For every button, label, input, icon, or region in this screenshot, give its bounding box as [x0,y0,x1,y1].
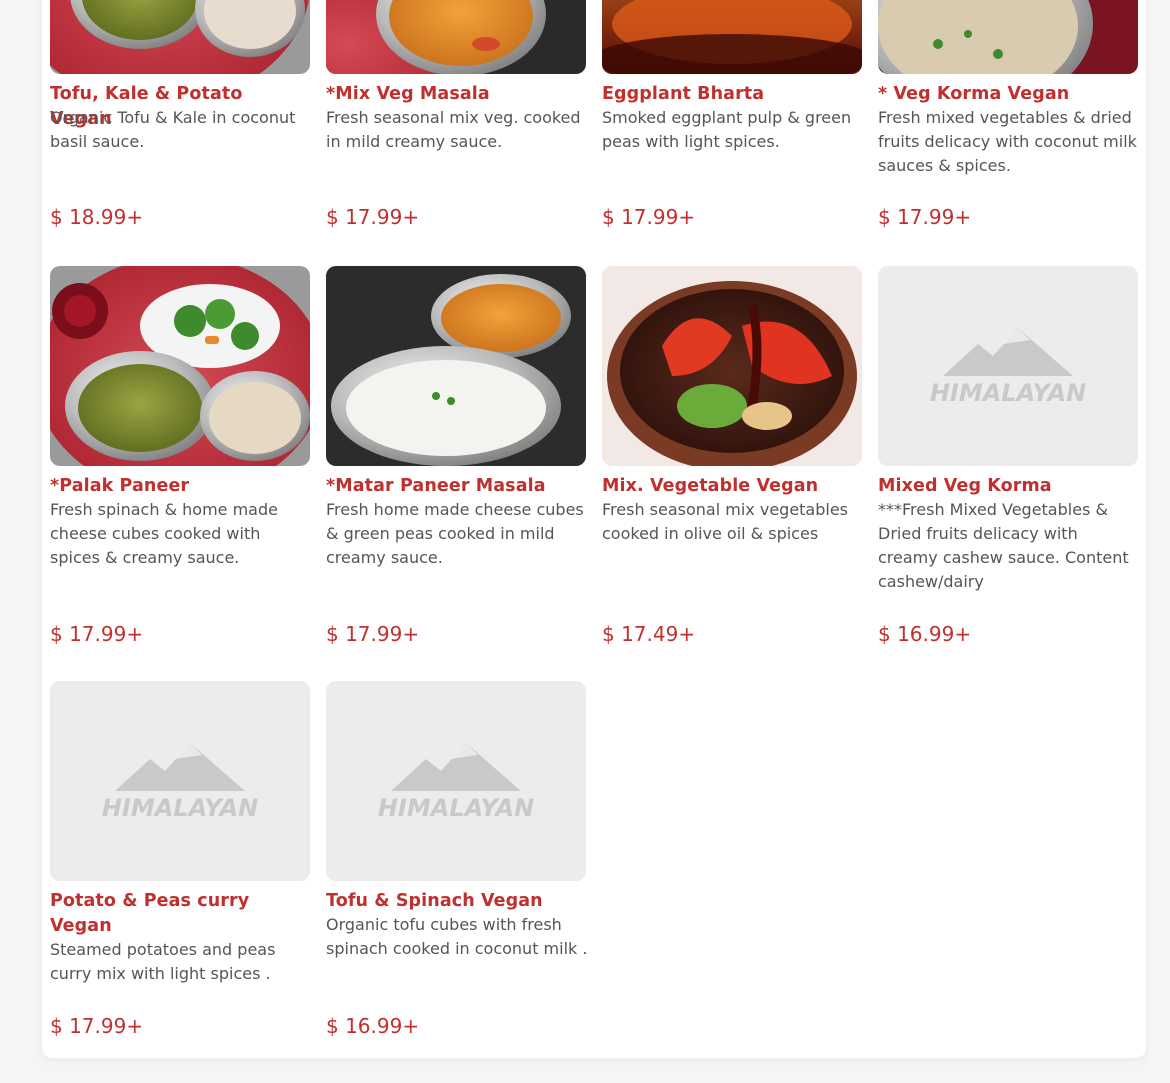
item-description: Steamed potatoes and peas curry mix with… [50,940,276,983]
item-description: Fresh seasonal mix vegetables cooked in … [602,500,849,543]
food-photo[interactable] [602,266,862,466]
item-title[interactable]: Tofu & Spinach Vegan [326,889,586,914]
placeholder-image[interactable]: HIMALAYAN [326,681,586,881]
item-description: Fresh seasonal mix veg. cooked in mild c… [326,108,581,151]
food-photo[interactable] [326,0,586,74]
item-description: Organic Tofu & Kale in coconut basil sau… [50,108,296,151]
food-photo[interactable] [602,0,862,74]
item-title[interactable]: *Mix Veg Masala [326,82,586,107]
logo-text: HIMALAYAN [102,794,258,822]
item-price: $ 17.99+ [50,622,144,646]
item-price: $ 17.99+ [878,205,972,229]
item-title[interactable]: Potato & Peas curry Vegan [50,889,310,939]
item-description: Fresh spinach & home made cheese cubes c… [50,500,278,567]
food-photo[interactable] [50,0,310,74]
item-title[interactable]: Mixed Veg Korma [878,474,1138,499]
placeholder-image[interactable]: HIMALAYAN [878,266,1138,466]
item-price: $ 17.49+ [602,622,696,646]
food-photo[interactable] [878,0,1138,74]
item-description: ***Fresh Mixed Vegetables & Dried fruits… [878,500,1129,591]
placeholder-image[interactable]: HIMALAYAN [50,681,310,881]
item-title[interactable]: Mix. Vegetable Vegan [602,474,862,499]
food-photo[interactable] [50,266,310,466]
item-price: $ 18.99+ [50,205,144,229]
item-title[interactable]: * Veg Korma Vegan [878,82,1138,107]
logo-text: HIMALAYAN [378,794,534,822]
item-description: Fresh mixed vegetables & dried fruits de… [878,108,1137,175]
item-title[interactable]: *Palak Paneer [50,474,310,499]
item-description: Fresh home made cheese cubes & green pea… [326,500,584,567]
item-title[interactable]: Eggplant Bharta [602,82,862,107]
item-price: $ 16.99+ [326,1014,420,1038]
item-price: $ 16.99+ [878,622,972,646]
item-price: $ 17.99+ [326,622,420,646]
food-photo[interactable] [326,266,586,466]
logo-text: HIMALAYAN [930,379,1086,407]
item-price: $ 17.99+ [326,205,420,229]
item-price: $ 17.99+ [602,205,696,229]
item-price: $ 17.99+ [50,1014,144,1038]
item-description: Organic tofu cubes with fresh spinach co… [326,915,588,958]
item-description: Smoked eggplant pulp & green peas with l… [602,108,852,151]
item-title[interactable]: *Matar Paneer Masala [326,474,586,499]
